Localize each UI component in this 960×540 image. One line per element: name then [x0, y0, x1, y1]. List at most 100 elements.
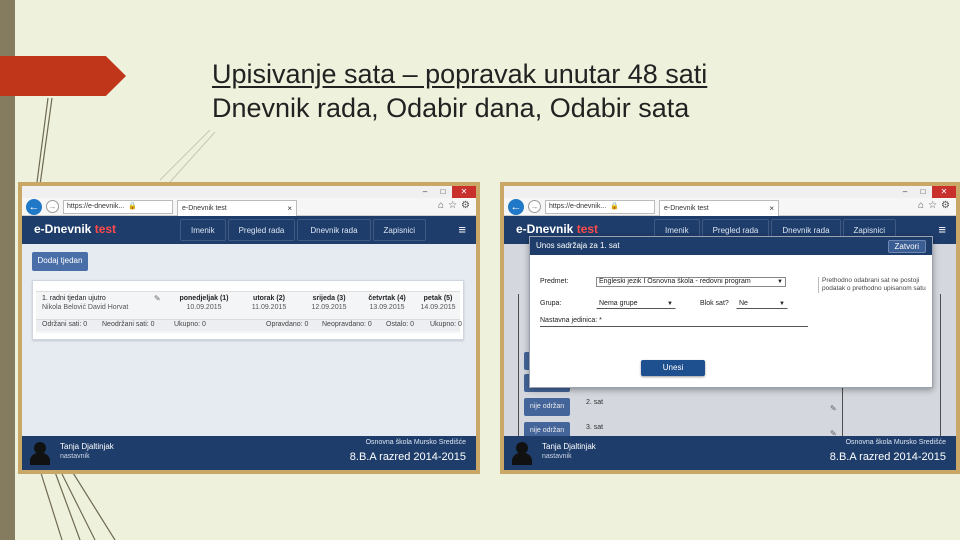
app-footer: Tanja Djaltinjak nastavnik Osnovna škola… — [22, 436, 476, 470]
gear-icon[interactable]: ⚙ — [941, 200, 950, 211]
day-date: 13.09.2015 — [369, 304, 405, 311]
block-select[interactable]: Ne ▼ — [736, 299, 788, 309]
app-logo: e-Dnevnik test — [34, 222, 116, 236]
close-icon[interactable]: ✕ — [932, 186, 956, 198]
day-name: ponedjeljak (1) — [179, 295, 229, 302]
app-footer: Tanja Djaltinjak nastavnik Osnovna škola… — [504, 436, 956, 470]
user-name: Tanja Djaltinjak — [542, 442, 596, 451]
logo-main: e-Dnevnik — [516, 222, 574, 236]
main-content: Dodaj tjedan 1. radni tjedan ujutro Niko… — [22, 244, 476, 440]
screenshot-unos-sata: – □ ✕ ← → https://e-dnevnik... 🔒 e-Dnevni… — [500, 182, 960, 474]
week-row[interactable]: 1. radni tjedan ujutro Nikola Belović Da… — [36, 291, 462, 333]
day-cell[interactable]: petak (5) 14.09.2015 — [414, 294, 462, 312]
browser-tab[interactable]: e-Dnevnik test × — [659, 199, 779, 216]
edit-pencil-icon[interactable]: ✎ — [154, 294, 161, 303]
browser-toolbar: ← → https://e-dnevnik... 🔒 e-Dnevnik test… — [504, 198, 956, 216]
forward-arrow-icon[interactable]: → — [528, 200, 541, 213]
day-date: 12.09.2015 — [311, 304, 347, 311]
user-role: nastavnik — [60, 453, 90, 460]
user-name: Tanja Djaltinjak — [60, 442, 114, 451]
logo-suffix: test — [573, 222, 599, 236]
close-button[interactable]: Zatvori — [887, 240, 926, 253]
back-arrow-icon[interactable]: ← — [508, 198, 524, 215]
forward-arrow-icon[interactable]: → — [46, 200, 59, 213]
stat-other: Ostalo: 0 — [386, 321, 415, 328]
stat-total-absence: Ukupno: 0 — [430, 321, 462, 328]
slide-title-line-2: Dnevnik rada, Odabir dana, Odabir sata — [212, 93, 690, 123]
lock-icon: 🔒 — [128, 202, 137, 210]
tab-close-icon[interactable]: × — [769, 201, 774, 216]
lock-icon: 🔒 — [610, 202, 619, 210]
day-name: petak (5) — [423, 295, 453, 302]
address-bar[interactable]: https://e-dnevnik... 🔒 — [63, 199, 173, 214]
app-logo: e-Dnevnik test — [516, 222, 598, 236]
day-cell[interactable]: četvrtak (4) 13.09.2015 — [360, 294, 414, 312]
week-teachers: Nikola Belović David Horvat — [42, 304, 129, 311]
minimize-icon[interactable]: – — [416, 186, 434, 198]
teaching-unit-label: Nastavna jedinica: — [540, 317, 598, 324]
group-label: Grupa: — [540, 300, 562, 307]
home-icon[interactable]: ⌂ — [918, 200, 924, 211]
day-date: 11.09.2015 — [251, 304, 287, 311]
home-icon[interactable]: ⌂ — [438, 200, 444, 211]
nav-imenik[interactable]: Imenik — [180, 219, 226, 241]
star-icon[interactable]: ☆ — [928, 200, 937, 211]
browser-tab[interactable]: e-Dnevnik test × — [177, 199, 297, 216]
week-label-cell: 1. radni tjedan ujutro Nikola Belović Da… — [42, 294, 128, 312]
tab-label: e-Dnevnik test — [664, 204, 709, 212]
day-date: 14.09.2015 — [420, 304, 456, 311]
maximize-icon[interactable]: □ — [434, 186, 452, 198]
class-name: 8.B.A razred 2014-2015 — [829, 451, 946, 463]
hamburger-icon[interactable]: ≡ — [458, 222, 466, 237]
school-name: Osnovna škola Mursko Središće — [845, 439, 946, 446]
school-name: Osnovna škola Mursko Središće — [365, 439, 466, 446]
hamburger-icon[interactable]: ≡ — [938, 222, 946, 237]
add-week-button[interactable]: Dodaj tjedan — [32, 252, 88, 271]
day-name: utorak (2) — [253, 295, 285, 302]
close-icon[interactable]: ✕ — [452, 186, 476, 198]
app-navbar: e-Dnevnik test Imenik Pregled rada Dnevn… — [22, 216, 476, 244]
block-label: Blok sat? — [700, 300, 729, 307]
gear-icon[interactable]: ⚙ — [461, 200, 470, 211]
group-select[interactable]: Nema grupe ▼ — [596, 299, 676, 309]
avatar — [510, 441, 534, 465]
info-note: Prethodno odabrani sat ne postoji podata… — [818, 277, 926, 293]
stat-total: Ukupno: 0 — [174, 321, 206, 328]
block-value: Ne — [739, 300, 748, 307]
group-value: Nema grupe — [599, 300, 638, 307]
stat-not-held: Neodržani sati: 0 — [102, 321, 155, 328]
nav-dnevnik-rada[interactable]: Dnevnik rada — [297, 219, 371, 241]
logo-main: e-Dnevnik — [34, 222, 92, 236]
teaching-unit-field[interactable]: Nastavna jedinica: * — [540, 317, 808, 327]
submit-button[interactable]: Unesi — [641, 360, 705, 376]
day-cell[interactable]: ponedjeljak (1) 10.09.2015 — [174, 294, 234, 312]
screenshot-dnevnik-rada: – □ ✕ ← → https://e-dnevnik... 🔒 e-Dnevni… — [18, 182, 480, 474]
stat-unjustified: Neopravdano: 0 — [322, 321, 372, 328]
back-arrow-icon[interactable]: ← — [26, 198, 42, 215]
day-name: srijeda (3) — [312, 295, 346, 302]
maximize-icon[interactable]: □ — [914, 186, 932, 198]
day-cell[interactable]: srijeda (3) 12.09.2015 — [302, 294, 356, 312]
tab-close-icon[interactable]: × — [287, 201, 292, 216]
browser-toolbar: ← → https://e-dnevnik... 🔒 e-Dnevnik test… — [22, 198, 476, 216]
stat-held: Održani sati: 0 — [42, 321, 88, 328]
subject-label: Predmet: — [540, 278, 569, 285]
minimize-icon[interactable]: – — [896, 186, 914, 198]
day-date: 10.09.2015 — [186, 304, 222, 311]
nav-pregled-rada[interactable]: Pregled rada — [227, 219, 296, 241]
day-name: četvrtak (4) — [368, 295, 406, 302]
lesson-entry-modal: Unos sadržaja za 1. sat Zatvori Predmet:… — [529, 236, 933, 388]
week-stats-row: Održani sati: 0 Neodržani sati: 0 Ukupno… — [36, 319, 462, 331]
chevron-down-icon: ▼ — [667, 301, 673, 307]
subject-select[interactable]: Engleski jezik I Osnovna škola - redovni… — [596, 277, 786, 287]
avatar — [28, 441, 52, 465]
slide-title: Upisivanje sata – popravak unutar 48 sat… — [212, 57, 707, 125]
day-cell[interactable]: utorak (2) 11.09.2015 — [244, 294, 294, 312]
nav-zapisnici[interactable]: Zapisnici — [372, 219, 427, 241]
address-bar[interactable]: https://e-dnevnik... 🔒 — [545, 199, 655, 214]
star-icon[interactable]: ☆ — [448, 200, 457, 211]
chevron-down-icon: ▼ — [779, 301, 785, 307]
tab-label: e-Dnevnik test — [182, 204, 227, 212]
stat-justified: Opravdano: 0 — [266, 321, 309, 328]
title-accent-arrow — [0, 56, 126, 96]
